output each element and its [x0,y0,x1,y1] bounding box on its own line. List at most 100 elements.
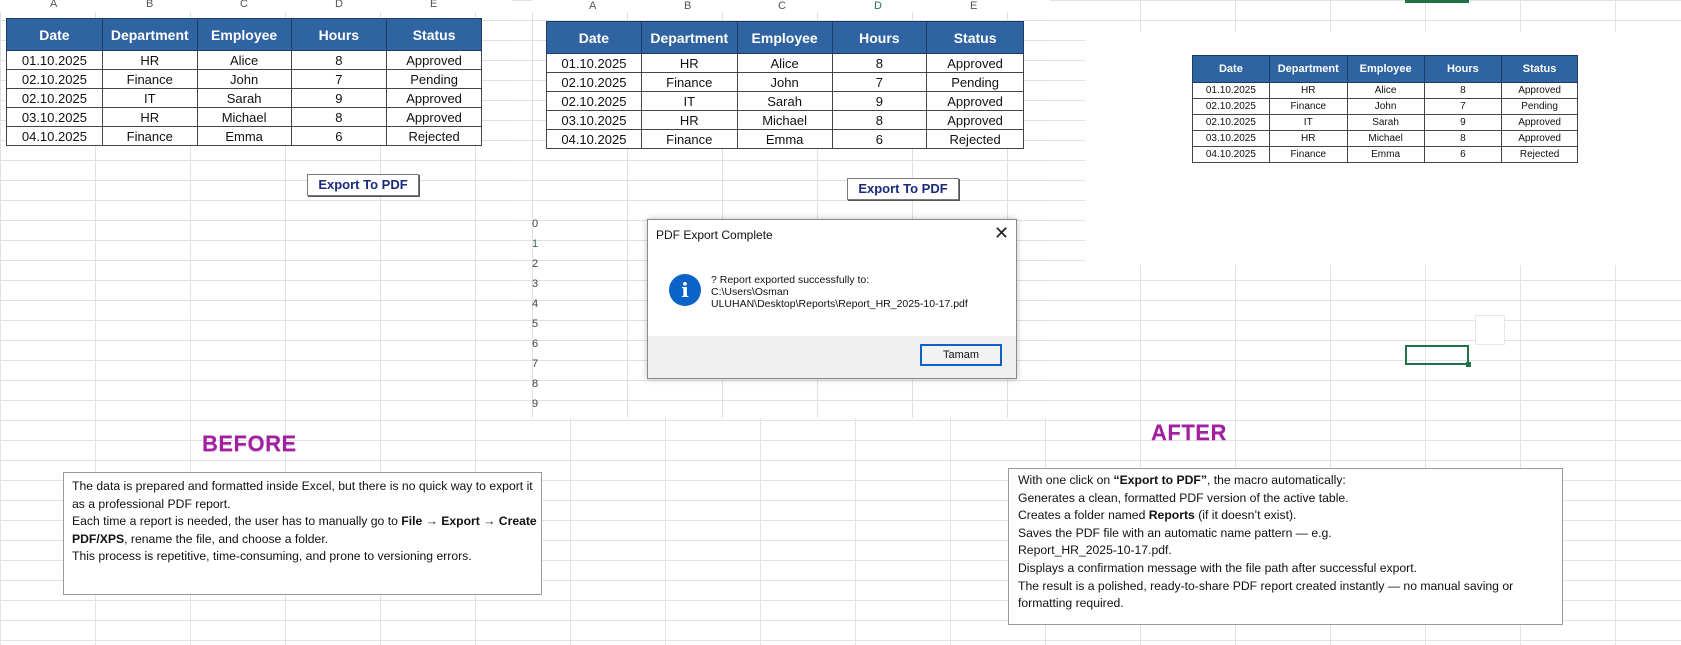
header-status[interactable]: Status [926,21,1024,54]
cell[interactable]: HR [101,107,198,127]
cell[interactable]: 8 [831,110,928,130]
header-employee[interactable]: Employee [196,18,292,51]
cell[interactable]: Michael [736,110,833,130]
cell[interactable]: 03.10.2025 [546,110,642,130]
cell[interactable]: 8 [290,50,388,70]
cell[interactable]: Finance [101,69,198,89]
cell[interactable]: Michael [196,107,292,127]
cell[interactable]: 02.10.2025 [546,91,642,111]
cell[interactable]: Emma [196,126,292,146]
cell[interactable]: Approved [926,91,1024,111]
header-department[interactable]: Department [101,18,198,51]
cell[interactable]: Finance [640,129,738,149]
cell[interactable]: Sarah [196,88,292,108]
cell[interactable]: Rejected [386,126,482,146]
cell[interactable]: Approved [386,88,482,108]
cell[interactable]: Approved [386,107,482,127]
cell[interactable]: HR [101,50,198,70]
cell: John [1346,98,1425,115]
cell[interactable]: 03.10.2025 [6,107,103,127]
cell[interactable]: Emma [736,129,833,149]
cell[interactable]: 6 [831,129,928,149]
column-header-row: A B C D E [0,0,512,12]
table-header-row: Date Department Employee Hours Status [6,18,482,51]
cell[interactable]: 02.10.2025 [6,88,103,108]
table-row: 02.10.2025 IT Sarah 9 Approved [546,91,1024,111]
cell: Approved [1501,82,1578,99]
header-department[interactable]: Department [640,21,738,54]
cell[interactable]: 02.10.2025 [6,69,103,89]
cell[interactable]: 01.10.2025 [546,53,642,73]
cell[interactable]: 7 [290,69,388,89]
column-letter: B [146,0,154,10]
during-data-table: Date Department Employee Hours Status 01… [546,21,1024,149]
fill-handle[interactable] [1466,362,1471,367]
header-employee[interactable]: Employee [736,21,833,54]
export-to-pdf-button[interactable]: Export To PDF [847,178,959,200]
cell: 6 [1423,146,1503,163]
cell[interactable]: Alice [736,53,833,73]
cell[interactable]: 7 [831,72,928,92]
cell[interactable]: 04.10.2025 [6,126,103,146]
before-sheet-panel: A B C D E Date Department Employee Hours… [0,0,512,310]
header-date[interactable]: Date [546,21,642,54]
cell: IT [1268,114,1348,131]
cell[interactable]: Pending [386,69,482,89]
cell[interactable]: 8 [831,53,928,73]
cell[interactable]: 8 [290,107,388,127]
info-icon: i [669,274,701,306]
export-to-pdf-button[interactable]: Export To PDF [307,174,419,196]
after-intro: With one click on “Export to PDF”, the m… [1018,472,1558,490]
cell[interactable]: Alice [196,50,292,70]
header-hours: Hours [1423,55,1503,83]
cell[interactable]: IT [640,91,738,111]
cell[interactable]: Finance [640,72,738,92]
cell: Emma [1346,146,1425,163]
after-intro-bold: “Export to PDF” [1113,473,1207,487]
cell: Pending [1501,98,1578,115]
active-cell-selection[interactable] [1405,345,1469,365]
cell[interactable]: Approved [926,53,1024,73]
row-number: 2 [532,258,539,270]
header-hours[interactable]: Hours [290,18,388,51]
cell[interactable]: Rejected [926,129,1024,149]
cell[interactable]: 02.10.2025 [546,72,642,92]
cell[interactable]: IT [101,88,198,108]
cell[interactable]: Pending [926,72,1024,92]
cell[interactable]: John [196,69,292,89]
table-row: 03.10.2025 HR Michael 8 Approved [1192,130,1578,147]
cell[interactable]: John [736,72,833,92]
table-row: 01.10.2025 HR Alice 8 Approved [546,53,1024,73]
row-number: 9 [532,398,539,410]
ok-button[interactable]: Tamam [920,344,1002,366]
cell[interactable]: HR [640,110,738,130]
column-header-row: A B C D E [532,0,1050,12]
cell: 04.10.2025 [1192,146,1270,163]
after-heading: AFTER [1151,420,1227,445]
dialog-title: PDF Export Complete [656,228,773,242]
cell[interactable]: Sarah [736,91,833,111]
after-intro-pre: With one click on [1018,473,1114,487]
after-line: The result is a polished, ready-to-share… [1018,578,1514,611]
cell[interactable]: Approved [386,50,482,70]
before-steps-post: , rename the file, and choose a folder. [124,531,329,546]
header-hours[interactable]: Hours [831,21,928,54]
cell[interactable]: 04.10.2025 [546,129,642,149]
cell: 01.10.2025 [1192,82,1270,99]
dialog-message-line: ULUHAN\Desktop\Reports\Report_HR_2025-10… [711,298,968,310]
cell[interactable]: HR [640,53,738,73]
cell[interactable]: Approved [926,110,1024,130]
cell[interactable]: 9 [831,91,928,111]
cell[interactable]: 9 [290,88,388,108]
cell[interactable]: Finance [101,126,198,146]
cell[interactable]: 6 [290,126,388,146]
header-employee: Employee [1346,55,1425,83]
header-status[interactable]: Status [386,18,482,51]
cell: Finance [1268,146,1348,163]
close-icon[interactable]: ✕ [994,224,1009,242]
column-letter: A [589,0,597,12]
table-row: 02.10.2025 Finance John 7 Pending [6,69,482,89]
cell: 02.10.2025 [1192,98,1270,115]
header-date[interactable]: Date [6,18,103,51]
cell[interactable]: 01.10.2025 [6,50,103,70]
